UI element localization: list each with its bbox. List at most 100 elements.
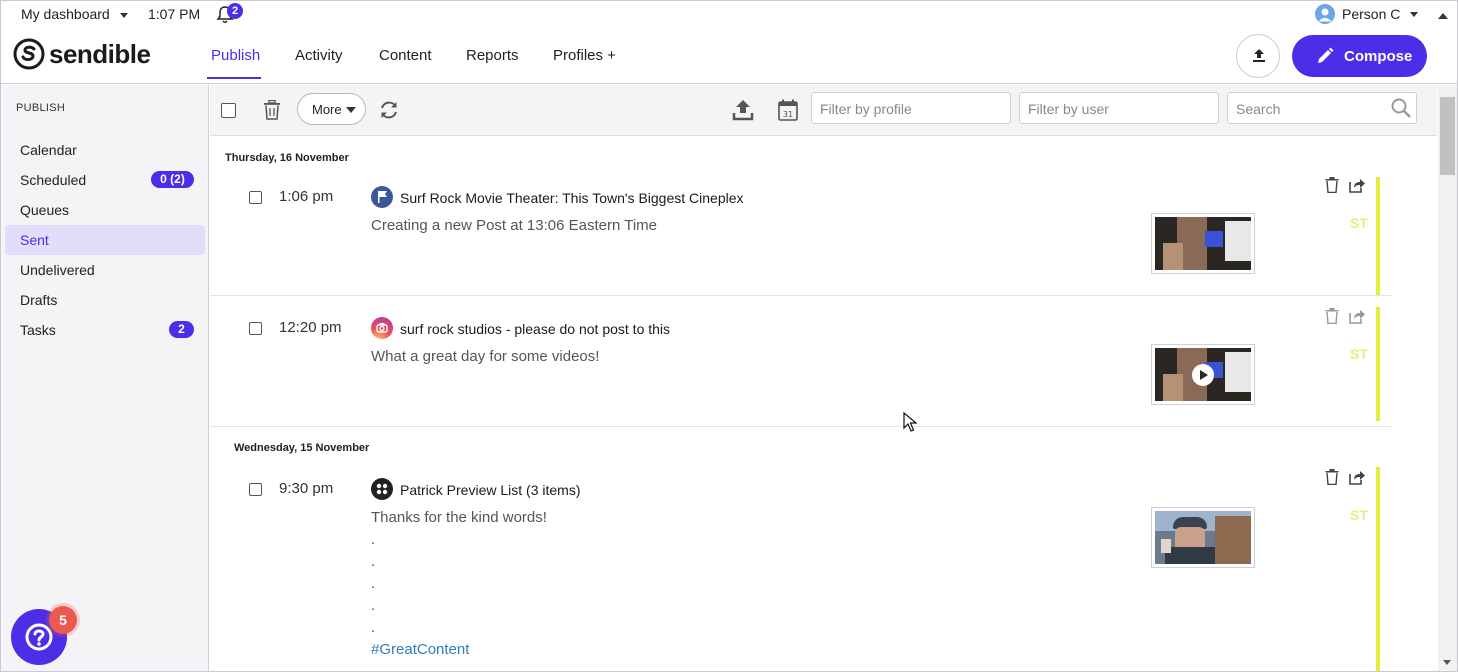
- sidebar-item-label: Drafts: [20, 292, 58, 308]
- dashboard-selector[interactable]: My dashboard: [21, 6, 128, 22]
- post-text: What a great day for some videos!: [371, 348, 600, 365]
- sidebar-item-label: Queues: [20, 202, 70, 218]
- post-media-thumbnail[interactable]: [1151, 344, 1255, 405]
- post-checkbox[interactable]: [249, 322, 262, 335]
- tab-content[interactable]: Content: [379, 47, 432, 64]
- compose-button[interactable]: Compose: [1292, 35, 1427, 77]
- post-time: 1:06 pm: [279, 188, 334, 205]
- post-text-line: .: [371, 531, 376, 548]
- day-header: Thursday, 16 November: [225, 152, 349, 164]
- post-checkbox[interactable]: [249, 483, 262, 496]
- brand-name: sendible: [49, 39, 151, 69]
- sidebar-heading: PUBLISH: [16, 102, 66, 114]
- post-text: Thanks for the kind words!: [371, 509, 547, 526]
- share-icon[interactable]: [1349, 469, 1365, 485]
- scrollbar-thumb[interactable]: [1440, 97, 1455, 175]
- post-status-label: ST: [1350, 507, 1368, 523]
- post-checkbox[interactable]: [249, 191, 262, 204]
- sidebar-item-calendar[interactable]: Calendar: [5, 135, 205, 165]
- tasks-count-badge: 2: [169, 321, 194, 338]
- upload-icon: [1253, 49, 1265, 62]
- filter-by-user-input[interactable]: Filter by user: [1019, 92, 1219, 124]
- tab-profiles[interactable]: Profiles +: [553, 47, 616, 64]
- publish-toolbar: More 31 Filter by profile Filter by user…: [210, 85, 1437, 136]
- status-color-bar: [1376, 467, 1380, 671]
- post-text-line: .: [371, 619, 376, 636]
- avatar: [1315, 4, 1335, 24]
- trash-icon[interactable]: [1325, 308, 1339, 324]
- search-icon[interactable]: [1390, 97, 1412, 119]
- sidebar-item-label: Undelivered: [20, 262, 95, 278]
- sidebar-item-drafts[interactable]: Drafts: [5, 285, 205, 315]
- sidebar-item-queues[interactable]: Queues: [5, 195, 205, 225]
- post-media-thumbnail[interactable]: [1151, 213, 1255, 274]
- help-notification-badge: 5: [49, 606, 77, 634]
- post-status-label: ST: [1350, 215, 1368, 231]
- media-image: [1155, 348, 1251, 401]
- top-bar: My dashboard 1:07 PM 2 Person C: [1, 1, 1457, 27]
- sidebar-item-tasks[interactable]: Tasks 2: [5, 315, 205, 345]
- tab-publish[interactable]: Publish: [211, 47, 260, 64]
- chevron-down-icon: [1410, 12, 1418, 17]
- user-name: Person C: [1342, 6, 1401, 22]
- pencil-icon: [1318, 47, 1334, 63]
- play-icon[interactable]: [1191, 363, 1215, 387]
- post-text-line: .: [371, 575, 376, 592]
- sidebar-item-sent[interactable]: Sent: [5, 225, 205, 255]
- divider: [210, 426, 1391, 427]
- post-text-line: .: [371, 597, 376, 614]
- vertical-scrollbar[interactable]: [1438, 85, 1457, 671]
- status-color-bar: [1376, 307, 1380, 421]
- post-text: Creating a new Post at 13:06 Eastern Tim…: [371, 217, 657, 234]
- current-time: 1:07 PM: [148, 6, 201, 22]
- refresh-icon[interactable]: [378, 99, 400, 121]
- chevron-up-icon[interactable]: [1438, 13, 1448, 19]
- scheduled-count-badge: 0 (2): [151, 171, 194, 188]
- post-time: 9:30 pm: [279, 480, 334, 497]
- post-row[interactable]: 12:20 pm surf rock studios - please do n…: [210, 307, 1391, 421]
- flag-icon: [371, 186, 393, 208]
- hashtag-link[interactable]: #GreatContent: [371, 641, 469, 658]
- post-text-line: .: [371, 553, 376, 570]
- sidebar-item-label: Calendar: [20, 142, 77, 158]
- main-header: sendible Publish Activity Content Report…: [1, 27, 1457, 84]
- chevron-down-icon: [346, 107, 356, 113]
- app-window: My dashboard 1:07 PM 2 Person C sendible…: [0, 0, 1458, 672]
- sidebar-item-scheduled[interactable]: Scheduled 0 (2): [5, 165, 205, 195]
- sidebar-item-label: Tasks: [20, 322, 56, 338]
- scroll-down-arrow-icon[interactable]: [1443, 660, 1451, 665]
- bulk-upload-button[interactable]: [1236, 34, 1280, 78]
- post-row[interactable]: 1:06 pm Surf Rock Movie Theater: This To…: [210, 177, 1391, 295]
- post-time: 12:20 pm: [279, 319, 342, 336]
- select-all-checkbox[interactable]: [221, 103, 236, 118]
- instagram-icon: [371, 317, 393, 339]
- more-actions-dropdown[interactable]: More: [297, 93, 366, 125]
- share-icon[interactable]: [1349, 308, 1365, 324]
- divider: [210, 295, 1391, 296]
- sidebar-item-undelivered[interactable]: Undelivered: [5, 255, 205, 285]
- upload-icon[interactable]: [732, 99, 754, 121]
- post-profile-title[interactable]: surf rock studios - please do not post t…: [400, 321, 670, 337]
- search-placeholder: Search: [1236, 101, 1281, 117]
- trash-icon[interactable]: [263, 100, 281, 120]
- more-label: More: [312, 102, 342, 117]
- tab-activity[interactable]: Activity: [295, 47, 343, 64]
- list-icon: [371, 478, 393, 500]
- trash-icon[interactable]: [1325, 469, 1339, 485]
- post-profile-title[interactable]: Surf Rock Movie Theater: This Town's Big…: [400, 190, 744, 206]
- filter-by-profile-input[interactable]: Filter by profile: [811, 92, 1011, 124]
- compose-label: Compose: [1344, 48, 1413, 65]
- post-row[interactable]: 9:30 pm Patrick Preview List (3 items) T…: [210, 467, 1391, 671]
- share-icon[interactable]: [1349, 177, 1365, 193]
- calendar-icon[interactable]: 31: [778, 99, 798, 121]
- post-status-label: ST: [1350, 346, 1368, 362]
- trash-icon[interactable]: [1325, 177, 1339, 193]
- post-profile-title[interactable]: Patrick Preview List (3 items): [400, 482, 580, 498]
- search-input[interactable]: Search: [1227, 92, 1417, 124]
- chevron-down-icon: [119, 12, 128, 18]
- sidebar-item-label: Sent: [20, 232, 49, 248]
- sidebar-item-label: Scheduled: [20, 172, 87, 188]
- tab-reports[interactable]: Reports: [466, 47, 519, 64]
- post-media-thumbnail[interactable]: [1151, 507, 1255, 568]
- status-color-bar: [1376, 177, 1380, 295]
